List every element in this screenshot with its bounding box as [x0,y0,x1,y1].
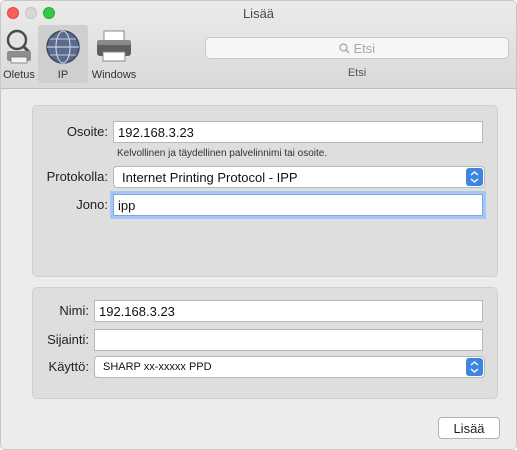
address-hint: Kelvollinen ja täydellinen palvelinnimi … [117,148,328,159]
toolbar-item-windows-label: Windows [91,69,137,81]
location-label: Sijainti: [47,332,89,347]
address-label: Osoite: [66,124,108,139]
select-arrows-icon [466,358,483,376]
name-field[interactable]: 192.168.3.23 [94,300,483,322]
protocol-value: Internet Printing Protocol - IPP [122,170,298,185]
use-select[interactable]: SHARP xx-xxxxx PPD [94,356,485,378]
toolbar-item-ip[interactable]: IP [38,25,88,83]
use-label: Käyttö: [48,359,89,374]
queue-field[interactable]: ipp [113,194,483,216]
window-title: Lisää [242,6,275,21]
search-caption: Etsi [347,67,367,79]
toolbar: Lisää Oletus IP Windows Etsi Etsi [1,1,516,89]
add-printer-window: Lisää Oletus IP Windows Etsi Etsi Osoite… [0,0,517,450]
protocol-label: Protokolla: [46,169,108,184]
location-field[interactable] [94,329,483,351]
globe-icon [46,30,80,64]
toolbar-item-default[interactable]: Oletus [1,25,37,83]
search-placeholder: Etsi [206,41,508,56]
toolbar-item-default-label: Oletus [3,69,35,81]
search-placeholder-text: Etsi [353,41,376,56]
search-field[interactable]: Etsi [205,37,509,59]
use-value: SHARP xx-xxxxx PPD [103,361,212,373]
select-arrows-icon [466,168,483,186]
add-button[interactable]: Lisää [438,417,500,439]
toolbar-item-windows[interactable]: Windows [89,25,139,83]
address-field[interactable]: 192.168.3.23 [113,121,483,143]
queue-label: Jono: [76,197,108,212]
protocol-select[interactable]: Internet Printing Protocol - IPP [113,166,485,188]
default-printer-icon [6,29,31,64]
name-label: Nimi: [59,303,89,318]
windows-printer-icon [97,30,131,62]
search-icon [339,43,350,54]
toolbar-item-ip-label: IP [57,69,69,81]
